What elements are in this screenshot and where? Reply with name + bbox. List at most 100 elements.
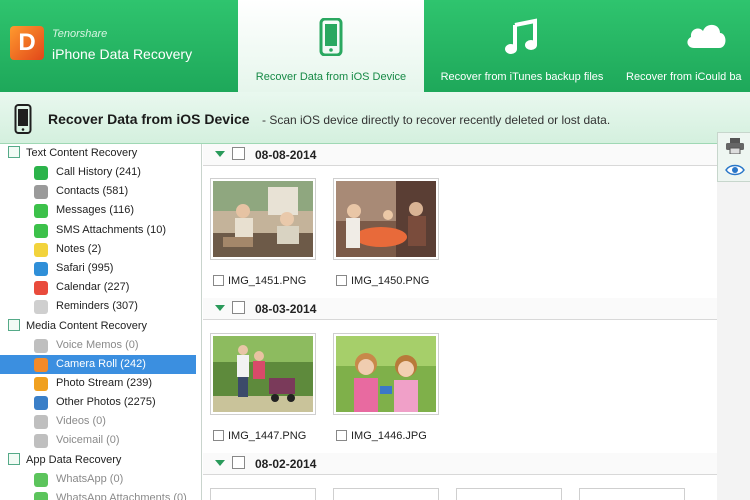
sidebar-category[interactable]: App Data Recovery — [0, 451, 201, 470]
photo-thumbnail[interactable] — [210, 488, 316, 500]
sidebar-category[interactable]: Text Content Recovery — [0, 144, 201, 163]
category-checkbox[interactable] — [8, 146, 20, 158]
sidebar-item[interactable]: Other Photos (2275) — [0, 393, 201, 412]
mode-banner: Recover Data from iOS Device - Scan iOS … — [0, 92, 750, 144]
sidebar-item[interactable]: Call History (241) — [0, 163, 201, 182]
photo-stream-icon — [34, 376, 48, 391]
video-icon — [34, 415, 48, 430]
tab-recover-icloud[interactable]: Recover from iCould ba — [620, 0, 750, 92]
photo-caption: IMG_1447.PNG — [213, 430, 306, 442]
reminders-icon — [34, 300, 48, 315]
photo-caption: IMG_1446.JPG — [336, 430, 427, 442]
collapse-triangle-icon[interactable] — [215, 151, 225, 157]
sidebar-item-label: Other Photos (2275) — [56, 396, 156, 409]
date-group-header[interactable]: 08-02-2014 — [203, 453, 717, 475]
date-group-header[interactable]: 08-03-2014 — [203, 298, 717, 320]
collapse-triangle-icon[interactable] — [215, 460, 225, 466]
notes-icon — [34, 242, 48, 257]
sidebar-item-label: WhatsApp Attachments (0) — [56, 491, 187, 500]
collapse-triangle-icon[interactable] — [215, 305, 225, 311]
category-sidebar: Text Content Recovery Call History (241) C… — [0, 144, 202, 500]
tab-recover-ios-device[interactable]: Recover Data from iOS Device — [238, 0, 424, 92]
group-checkbox[interactable] — [232, 147, 245, 160]
group-date: 08-08-2014 — [255, 148, 317, 162]
sidebar-item-label: Reminders (307) — [56, 300, 138, 313]
tab-recover-itunes-backup[interactable]: Recover from iTunes backup files — [424, 0, 620, 92]
photo-thumbnail[interactable] — [210, 178, 316, 260]
sidebar-item-label: SMS Attachments (10) — [56, 223, 167, 236]
phone-icon — [319, 17, 343, 59]
sidebar-item[interactable]: Reminders (307) — [0, 297, 201, 316]
sidebar-category[interactable]: Media Content Recovery — [0, 317, 201, 336]
sidebar-item-label: Voice Memos (0) — [56, 338, 139, 351]
voicemail-icon — [34, 434, 48, 449]
sidebar-item[interactable]: Voicemail (0) — [0, 431, 201, 450]
sidebar-item[interactable]: Videos (0) — [0, 412, 201, 431]
flower-icon — [34, 357, 48, 372]
sidebar-item[interactable]: WhatsApp Attachments (0) — [0, 489, 201, 500]
eye-icon[interactable] — [725, 164, 745, 179]
photo-checkbox[interactable] — [336, 430, 347, 441]
paperclip-icon — [34, 223, 48, 238]
calendar-icon — [34, 281, 48, 296]
photo-filename: IMG_1450.PNG — [351, 275, 430, 287]
phone-icon — [14, 104, 32, 137]
sidebar-item-label: Messages (116) — [56, 204, 135, 217]
photo-checkbox[interactable] — [213, 430, 224, 441]
category-label: App Data Recovery — [26, 453, 122, 466]
sidebar-item-label: Contacts (581) — [56, 185, 129, 198]
sidebar-item[interactable]: SMS Attachments (10) — [0, 221, 201, 240]
sidebar-item[interactable]: Contacts (581) — [0, 182, 201, 201]
photo-filename: IMG_1451.PNG — [228, 275, 307, 287]
tab-label: Recover from iCould ba — [626, 71, 742, 83]
group-date: 08-02-2014 — [255, 457, 317, 471]
sidebar-item[interactable]: Calendar (227) — [0, 278, 201, 297]
microphone-icon — [34, 338, 48, 353]
app-header: D Tenorshare iPhone Data Recovery Recove… — [0, 0, 750, 92]
tab-label: Recover from iTunes backup files — [440, 71, 604, 83]
photo-thumbnail[interactable] — [333, 488, 439, 500]
message-icon — [34, 204, 48, 219]
phone-icon — [34, 166, 48, 180]
category-label: Text Content Recovery — [26, 147, 138, 159]
photo-filename: IMG_1447.PNG — [228, 430, 307, 442]
group-checkbox[interactable] — [232, 456, 245, 469]
sidebar-item-label: Call History (241) — [56, 166, 141, 178]
photo-filename: IMG_1446.JPG — [351, 430, 427, 442]
photo-caption: IMG_1450.PNG — [336, 275, 429, 287]
right-panel — [717, 182, 750, 500]
date-group-header[interactable]: 08-08-2014 — [203, 144, 717, 166]
contacts-icon — [34, 185, 48, 200]
brand-vendor: Tenorshare — [52, 28, 108, 40]
sidebar-item[interactable]: Photo Stream (239) — [0, 374, 201, 393]
sidebar-item[interactable]: Safari (995) — [0, 259, 201, 278]
photo-checkbox[interactable] — [336, 275, 347, 286]
category-checkbox[interactable] — [8, 318, 20, 331]
sidebar-item-label: Calendar (227) — [56, 281, 130, 294]
app-logo: D — [10, 26, 44, 60]
category-checkbox[interactable] — [8, 452, 20, 465]
photo-grid: 08-08-2014 IMG_1451.PNG IMG_1450.PNG 08-… — [203, 144, 717, 500]
photo-thumbnail[interactable] — [579, 488, 685, 500]
group-checkbox[interactable] — [232, 301, 245, 314]
sidebar-item[interactable]: WhatsApp (0) — [0, 470, 201, 489]
photo-caption: IMG_1451.PNG — [213, 275, 306, 287]
printer-icon[interactable] — [726, 138, 744, 157]
photo-thumbnail[interactable] — [456, 488, 562, 500]
mode-description: - Scan iOS device directly to recover re… — [262, 113, 611, 127]
photo-checkbox[interactable] — [213, 275, 224, 286]
whatsapp-icon — [34, 491, 48, 500]
photo-thumbnail[interactable] — [333, 333, 439, 415]
compass-icon — [34, 261, 48, 276]
sidebar-item[interactable]: Notes (2) — [0, 240, 201, 259]
category-label: Media Content Recovery — [26, 319, 148, 332]
photo-thumbnail[interactable] — [333, 178, 439, 260]
app-title: iPhone Data Recovery — [52, 46, 193, 62]
photos-icon — [34, 396, 48, 411]
sidebar-item[interactable]: Voice Memos (0) — [0, 336, 201, 355]
sidebar-item-label: Camera Roll (242) — [56, 357, 146, 370]
sidebar-item[interactable]: Messages (116) — [0, 201, 201, 220]
photo-thumbnail[interactable] — [210, 333, 316, 415]
preview-toolbar — [717, 132, 750, 182]
sidebar-item[interactable]: Camera Roll (242) — [0, 354, 196, 374]
